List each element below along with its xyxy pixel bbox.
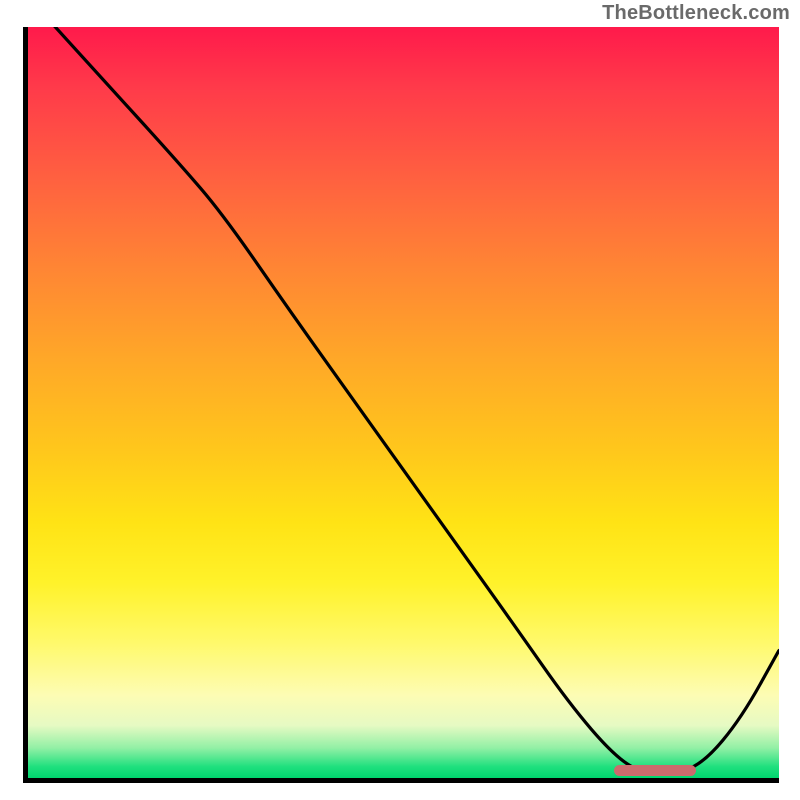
plot-axes bbox=[23, 27, 779, 783]
plot-area bbox=[28, 27, 779, 778]
chart-container: TheBottleneck.com bbox=[0, 0, 800, 800]
optimal-range-marker bbox=[614, 765, 697, 776]
bottleneck-curve bbox=[28, 27, 779, 778]
watermark-text: TheBottleneck.com bbox=[602, 2, 790, 25]
